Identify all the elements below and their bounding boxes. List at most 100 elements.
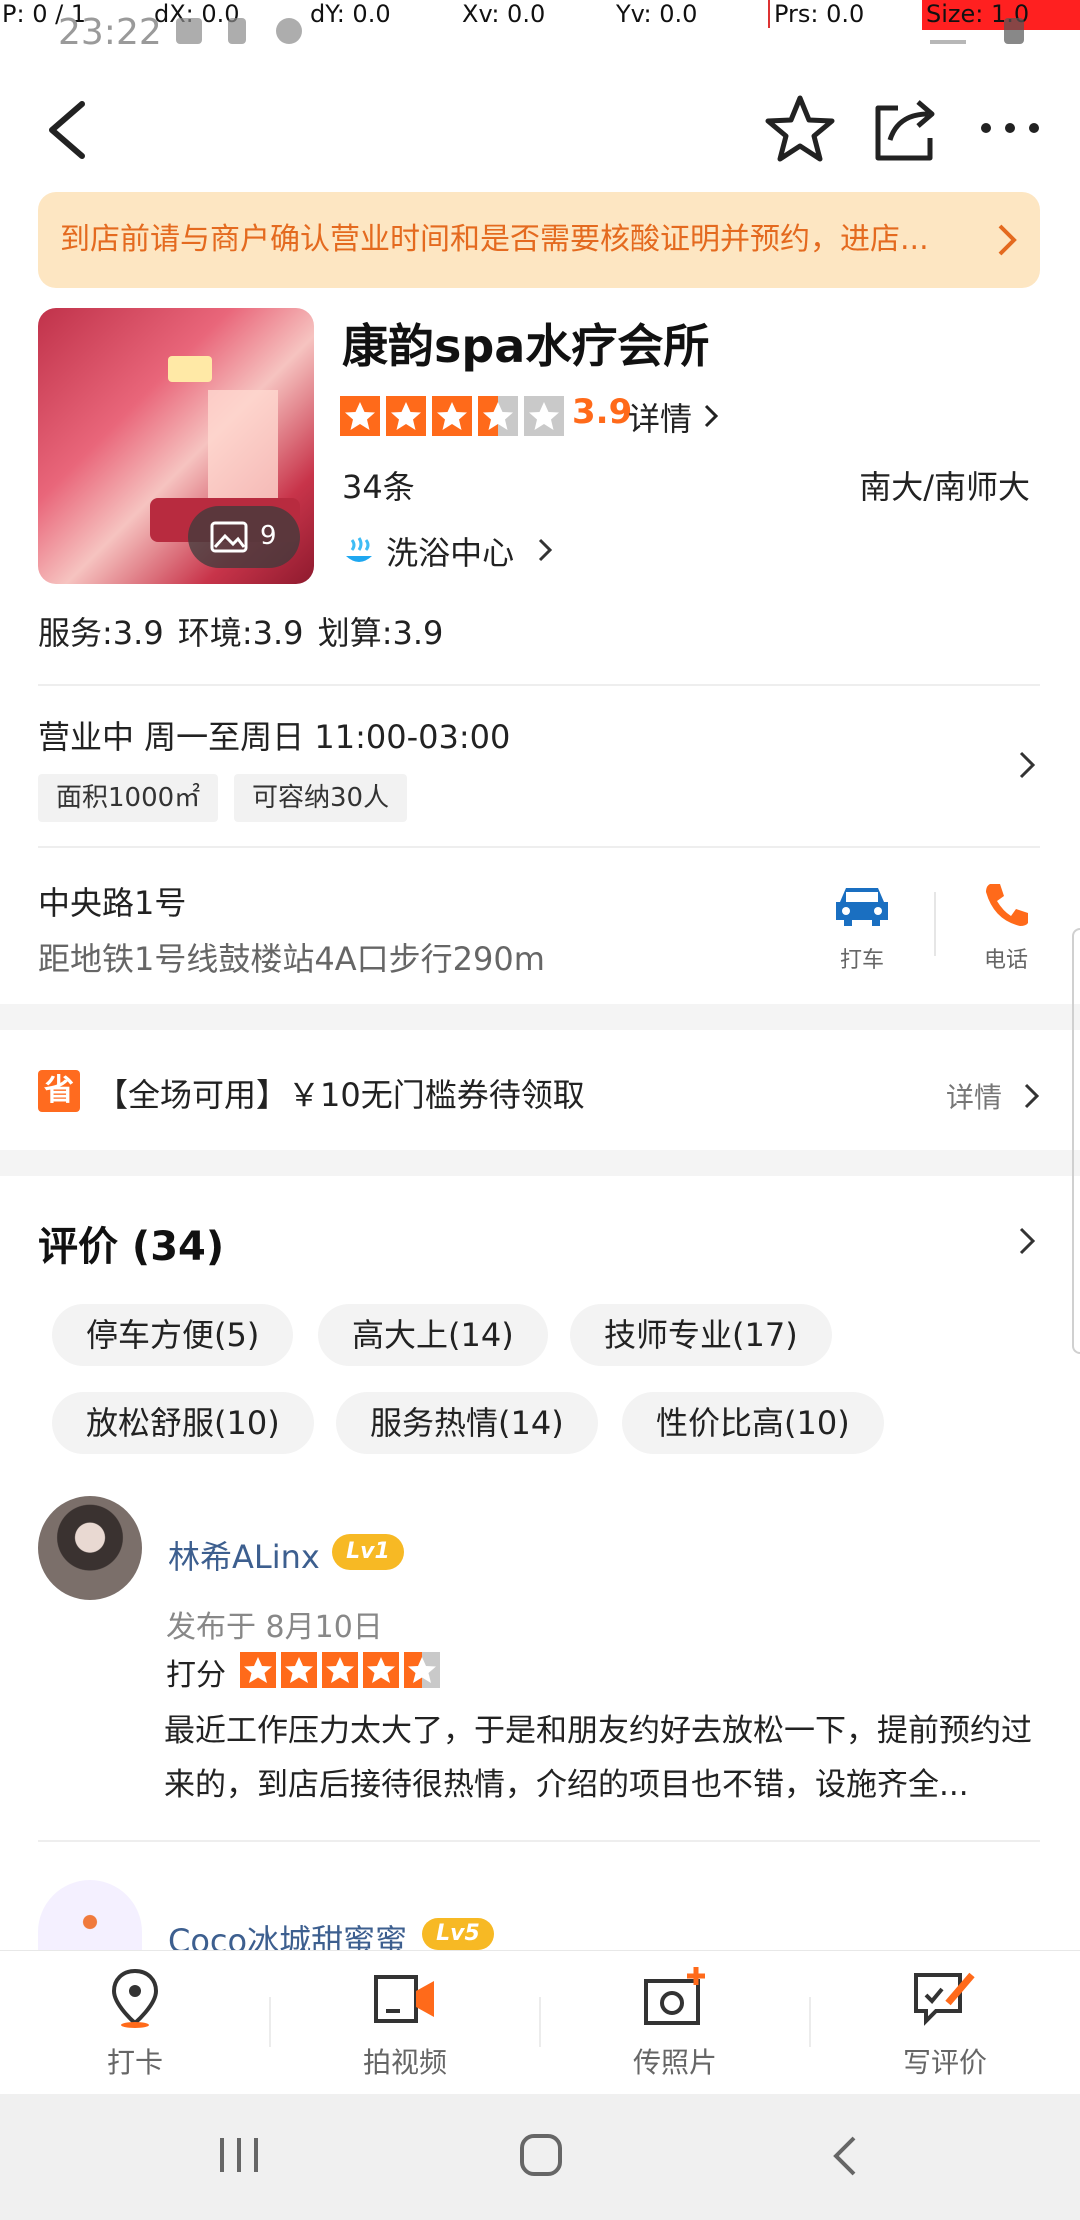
star-5-empty-icon <box>524 396 564 436</box>
user-level-badge: Lv1 <box>332 1534 404 1570</box>
edit-review-icon <box>914 1972 975 2026</box>
star-3-icon <box>432 396 472 436</box>
block-icon <box>276 18 302 44</box>
debug-yv: Yv: 0.0 <box>616 0 698 28</box>
rating-detail-label: 详情 <box>628 400 693 438</box>
checkin-tab[interactable]: 打卡 <box>0 1951 270 2095</box>
favorite-button[interactable] <box>762 88 838 168</box>
phone-call-icon <box>986 884 1028 926</box>
phone-button[interactable]: 电话 <box>956 880 1056 973</box>
review-date: 发布于 8月10日 <box>166 1610 383 1645</box>
video-tab[interactable]: 拍视频 <box>270 1951 540 2095</box>
divider <box>38 1840 1040 1842</box>
chevron-right-icon <box>539 538 553 562</box>
star-5-half-icon <box>404 1652 440 1688</box>
chevron-right-icon <box>998 224 1017 256</box>
review-tag[interactable]: 高大上(14) <box>318 1304 548 1366</box>
home-icon[interactable] <box>518 2132 564 2178</box>
shop-photo[interactable]: 9 <box>38 308 314 584</box>
star-3-icon <box>322 1652 358 1688</box>
video-camera-icon <box>374 1975 434 2023</box>
section-gap <box>0 1150 1080 1176</box>
top-bar <box>0 80 1080 200</box>
divider <box>38 846 1040 848</box>
image-icon <box>210 521 248 553</box>
debug-overlay: P: 0 / 1 dX: 0.0 dY: 0.0 Xv: 0.0 Yv: 0.0… <box>0 0 1080 34</box>
location-pin-icon <box>111 1968 159 2028</box>
chevron-right-icon <box>1024 1083 1040 1109</box>
avatar[interactable] <box>38 1496 142 1600</box>
sub-scores: 服务:3.9 环境:3.9 划算:3.9 <box>38 614 444 652</box>
coupon-detail-link[interactable]: 详情 <box>946 1076 1043 1116</box>
review-tag[interactable]: 停车方便(5) <box>52 1304 294 1366</box>
taxi-button[interactable]: 打车 <box>812 880 912 973</box>
review-tag[interactable]: 技师专业(17) <box>570 1304 832 1366</box>
reviews-title: 评价 (34) <box>38 1224 225 1270</box>
shop-region[interactable]: 南大/南师大 <box>859 462 1030 508</box>
camera-plus-icon <box>644 1967 705 2025</box>
taxi-label: 打车 <box>839 948 884 973</box>
hours-chevron-icon[interactable] <box>1016 748 1038 782</box>
photo-window <box>208 390 278 500</box>
coupon-icon: 省 <box>38 1070 80 1112</box>
chip-capacity: 可容纳30人 <box>234 774 408 822</box>
checkin-label: 打卡 <box>106 2046 163 2079</box>
back-arrow-icon <box>49 101 85 159</box>
bottom-action-bar: 打卡 拍视频 传照片 写评价 <box>0 1950 1080 2094</box>
star-1-icon <box>340 396 380 436</box>
more-dots-icon <box>981 123 1039 133</box>
review-username[interactable]: 林希ALinx <box>168 1532 320 1578</box>
phone-icon <box>228 18 246 44</box>
review-tag[interactable]: 性价比高(10) <box>622 1392 884 1454</box>
address-distance[interactable]: 距地铁1号线鼓楼站4A口步行290m <box>38 934 545 980</box>
notice-text: 到店前请与商户确认营业时间和是否需要核酸证明并预约，进店... <box>60 222 929 257</box>
shop-name: 康韵spa水疗会所 <box>342 319 710 373</box>
star-icon <box>765 95 835 162</box>
video-label: 拍视频 <box>362 2046 447 2079</box>
write-review-tab[interactable]: 写评价 <box>810 1951 1080 2095</box>
edge-panel-handle[interactable] <box>1072 928 1080 1354</box>
review-text[interactable]: 最近工作压力太大了，于是和朋友约好去放松一下，提前预约过来的，到店后接待很热情，… <box>164 1704 1044 1812</box>
chip-area: 面积1000㎡ <box>38 774 219 822</box>
rating-detail-link[interactable]: 详情 <box>628 394 720 440</box>
photo-lamp <box>168 356 212 382</box>
wifi-icon <box>930 18 966 44</box>
review-tag[interactable]: 放松舒服(10) <box>52 1392 314 1454</box>
star-4-icon <box>363 1652 399 1688</box>
business-hours: 营业中 周一至周日 11:00-03:00 <box>38 718 511 756</box>
address-line[interactable]: 中央路1号 <box>38 878 186 924</box>
star-4-half-icon <box>478 396 518 436</box>
notification-icon <box>176 18 202 44</box>
avatar[interactable] <box>38 1880 142 1950</box>
category-link[interactable]: 洗浴中心 <box>342 528 556 574</box>
reviews-chevron-icon[interactable] <box>1016 1224 1038 1258</box>
photo-upload-tab[interactable]: 传照片 <box>540 1951 810 2095</box>
back-button[interactable] <box>40 90 100 190</box>
debug-prs: Prs: 0.0 <box>768 0 864 28</box>
status-time: 23:22 <box>58 12 162 53</box>
photo-count: 9 <box>260 521 277 551</box>
shop-rating: 3.9 <box>572 392 633 432</box>
review-score-label: 打分 <box>166 1658 226 1693</box>
recent-apps-icon[interactable] <box>216 2134 262 2176</box>
bath-icon <box>346 537 372 562</box>
battery-icon <box>1004 18 1024 44</box>
user-level-badge: Lv5 <box>422 1918 494 1950</box>
category-label: 洗浴中心 <box>386 534 515 572</box>
divider <box>934 892 936 956</box>
phone-label: 电话 <box>983 948 1028 973</box>
divider <box>38 684 1040 686</box>
back-nav-icon[interactable] <box>828 2134 864 2178</box>
share-button[interactable] <box>868 88 944 168</box>
coupon-detail-label: 详情 <box>946 1081 1003 1114</box>
star-2-icon <box>281 1652 317 1688</box>
coupon-text[interactable]: 【全场可用】￥10无门槛券待领取 <box>96 1070 585 1116</box>
chevron-right-icon <box>705 404 719 428</box>
star-1-icon <box>240 1652 276 1688</box>
rating-stars <box>340 396 564 436</box>
photo-count-badge: 9 <box>188 506 300 568</box>
review-stars <box>240 1652 440 1688</box>
review-tag[interactable]: 服务热情(14) <box>336 1392 598 1454</box>
more-button[interactable] <box>972 88 1048 168</box>
notice-banner[interactable]: 到店前请与商户确认营业时间和是否需要核酸证明并预约，进店... <box>38 192 1040 288</box>
